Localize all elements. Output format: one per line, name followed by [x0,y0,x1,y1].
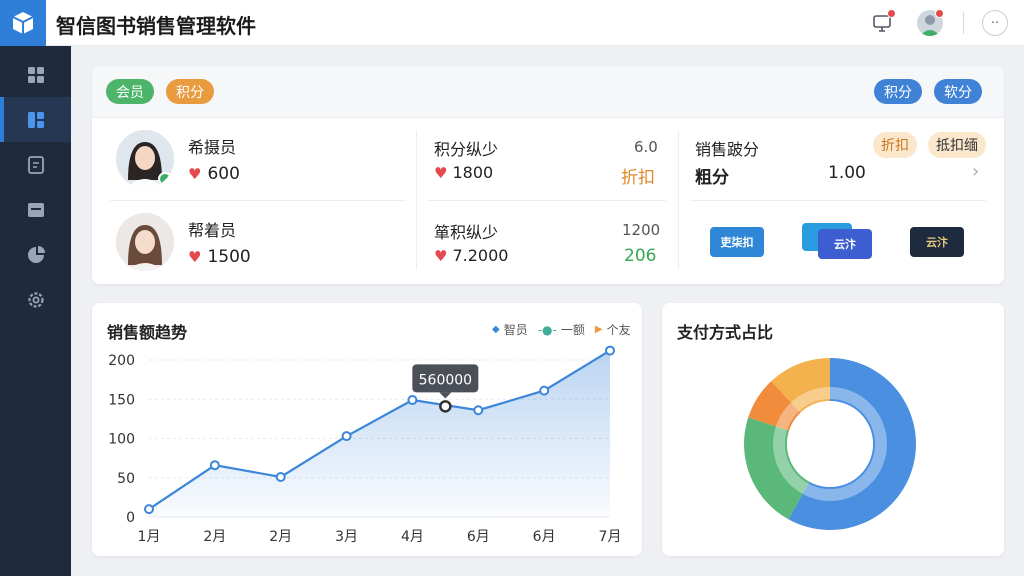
sidebar-item-document[interactable] [0,142,71,187]
x-tick-label: 2月 [269,529,292,545]
sidebar-item-reports[interactable] [0,97,71,142]
data-point [605,345,615,356]
tag-points[interactable]: 积分 [166,79,214,104]
document-icon [27,155,44,174]
tag-row: 会员 积分 积分 软分 [92,66,1004,118]
dashboard-icon [27,66,44,83]
user-badge [935,9,944,18]
y-tick-label: 200 [108,353,135,369]
y-tick-label: 50 [117,471,135,487]
ellipsis-icon: ·· [990,15,1000,31]
payment-card-3[interactable]: 云汴 [910,227,964,257]
data-point [275,471,286,482]
stat-value: 1800 [452,163,494,182]
area-fill [149,350,610,517]
cube-icon [12,12,34,34]
x-tick-label: 6月 [533,529,556,545]
sidebar-item-dashboard[interactable] [0,52,71,97]
summary-card: 会员 积分 积分 软分 希摄员 ♥ 600 帮着员 ♥ 1500 积分纵少 6.… [92,66,1004,284]
stat-divider [428,200,666,201]
tag-points-right[interactable]: 积分 [874,79,922,104]
column-divider [416,130,417,270]
settings-icon [27,291,44,308]
member-divider [110,200,406,201]
data-point [209,460,220,471]
sidebar-item-archive[interactable] [0,187,71,232]
member-points: 1500 [207,247,251,267]
member-name: 希摄员 [188,138,237,157]
sales-trend-card: 销售额趋势 ◆ 智员 -●- 一额 ▶ 个友 0 50 100 150 200 1月 2月 2月 3月… [92,303,642,556]
heart-icon: ♥ [188,165,202,183]
heart-icon: ♥ [188,248,202,266]
notification-button[interactable] [867,8,897,38]
sidebar [0,46,71,576]
sidebar-item-analytics[interactable] [0,232,71,277]
x-tick-label: 1月 [138,529,161,545]
topbar-divider [963,12,964,34]
payment-share-card: 支付方式占比 [662,303,1004,556]
points-label: 粗分 [695,168,729,188]
tooltip-arrow [439,392,452,399]
reports-icon [27,111,44,128]
data-point [144,504,154,515]
app-title: 智信图书销售管理软件 [56,14,256,38]
stat-top-number: 1200 [622,221,661,239]
more-button[interactable]: ·· [982,10,1008,36]
member-points: 600 [207,164,240,184]
discount-tag[interactable]: 折扣 [873,132,917,158]
tag-member[interactable]: 会员 [106,79,154,104]
notification-badge [887,9,896,18]
line-chart: 0 50 100 150 200 1月 2月 2月 3月 4月 6月 6月 7月 560000 [108,345,622,545]
stat-value-row: ♥ 1800 [434,163,493,182]
top-bar: 智信图书销售管理软件 ·· [0,0,1024,46]
column-divider [678,130,679,270]
pie-icon [27,245,45,263]
discount-tag[interactable]: 折扣 [621,163,655,188]
user-avatar-button[interactable] [915,8,945,38]
chevron-right-icon[interactable]: › [972,161,979,182]
sidebar-item-settings[interactable] [0,277,71,322]
y-tick-label: 0 [126,510,135,526]
y-tick-label: 100 [108,432,135,448]
heart-icon: ♥ [434,246,448,265]
verified-badge-icon [158,172,172,186]
tag-soft-points[interactable]: 软分 [934,79,982,104]
stat-label: 箪积纵少 [434,223,499,242]
hover-point [439,400,452,413]
archive-icon [27,202,44,217]
stat-value-row: ♥ 7.2000 [434,246,508,265]
x-tick-label: 7月 [599,529,622,545]
data-point [407,395,418,406]
member-avatar [116,130,174,188]
stat-divider [690,200,986,201]
data-point [539,385,550,396]
stat-top-number: 6.0 [634,138,658,156]
data-point [473,405,484,416]
payment-card-1[interactable]: 吏柒扣 [710,227,764,257]
member-item-1[interactable]: 希摄员 ♥ 600 [116,130,240,188]
sales-points-title: 销售跛分 [695,140,760,159]
member-avatar [116,213,174,271]
heart-icon: ♥ [434,163,448,182]
data-point [341,431,352,442]
member-name: 帮着员 [188,221,237,240]
donut-hole [787,401,873,487]
x-tick-label: 6月 [467,529,490,545]
x-tick-label: 4月 [401,529,424,545]
donut-chart [744,358,916,530]
member-item-2[interactable]: 帮着员 ♥ 1500 [116,213,251,271]
x-tick-label: 3月 [335,529,358,545]
payment-card-2[interactable]: 云汴 [818,229,872,259]
stat-value: 7.2000 [452,246,509,265]
x-tick-label: 2月 [203,529,226,545]
stat-count: 206 [624,246,657,266]
deduct-tag[interactable]: 抵扣缅 [928,132,986,158]
y-tick-label: 150 [108,392,135,408]
tooltip-text: 560000 [419,372,472,388]
person-photo-icon [116,213,174,271]
stat-label: 积分纵少 [434,140,499,159]
app-logo[interactable] [0,0,46,46]
points-value: 1.00 [828,163,866,183]
